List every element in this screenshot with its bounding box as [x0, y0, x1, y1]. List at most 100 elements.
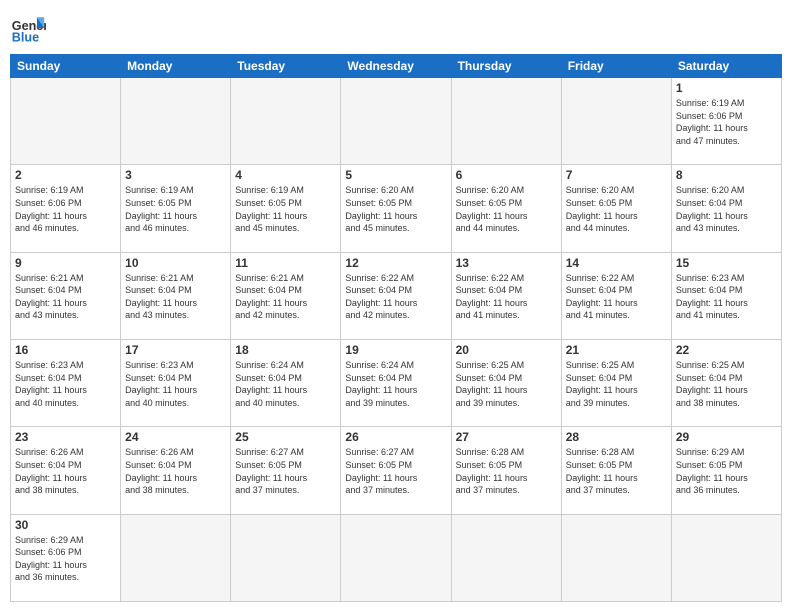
day-number: 24 [125, 430, 226, 444]
day-info: Sunrise: 6:19 AM Sunset: 6:05 PM Dayligh… [235, 184, 336, 234]
calendar-row-2: 2 Sunrise: 6:19 AM Sunset: 6:06 PM Daylig… [11, 165, 782, 252]
day-number: 4 [235, 168, 336, 182]
calendar-cell-15: 10Sunrise: 6:21 AM Sunset: 6:04 PM Dayli… [121, 252, 231, 339]
weekday-header-tuesday: Tuesday [231, 55, 341, 78]
page: General Blue SundayMondayTuesdayWednesda… [0, 0, 792, 612]
calendar-cell-26: 21 Sunrise: 6:25 AM Sunset: 6:04 PM Dayli… [561, 339, 671, 426]
day-number: 10 [125, 256, 226, 270]
calendar-row-5: 23 Sunrise: 6:26 AM Sunset: 6:04 PM Dayli… [11, 427, 782, 514]
day-number: 30 [15, 518, 116, 532]
calendar-cell-34: 29Sunrise: 6:29 AM Sunset: 6:05 PM Dayli… [671, 427, 781, 514]
logo-icon: General Blue [10, 10, 46, 46]
calendar-cell-25: 20 Sunrise: 6:25 AM Sunset: 6:04 PM Dayli… [451, 339, 561, 426]
day-info: Sunrise: 6:25 AM Sunset: 6:04 PM Dayligh… [456, 359, 557, 409]
calendar-cell-31: 26Sunrise: 6:27 AM Sunset: 6:05 PM Dayli… [341, 427, 451, 514]
calendar-cell-33: 28 Sunrise: 6:28 AM Sunset: 6:05 PM Dayli… [561, 427, 671, 514]
calendar-cell-19: 14Sunrise: 6:22 AM Sunset: 6:04 PM Dayli… [561, 252, 671, 339]
weekday-header-saturday: Saturday [671, 55, 781, 78]
svg-text:Blue: Blue [12, 31, 39, 45]
day-info: Sunrise: 6:23 AM Sunset: 6:04 PM Dayligh… [125, 359, 226, 409]
calendar-cell-7: 2 Sunrise: 6:19 AM Sunset: 6:06 PM Daylig… [11, 165, 121, 252]
calendar-cell-22: 17 Sunrise: 6:23 AM Sunset: 6:04 PM Dayli… [121, 339, 231, 426]
calendar-cell-36 [121, 514, 231, 601]
calendar-cell-29: 24 Sunrise: 6:26 AM Sunset: 6:04 PM Dayli… [121, 427, 231, 514]
calendar-table: SundayMondayTuesdayWednesdayThursdayFrid… [10, 54, 782, 602]
day-number: 12 [345, 256, 446, 270]
day-info: Sunrise: 6:22 AM Sunset: 6:04 PM Dayligh… [566, 272, 667, 322]
day-number: 28 [566, 430, 667, 444]
calendar-cell-41 [671, 514, 781, 601]
calendar-row-6: 30Sunrise: 6:29 AM Sunset: 6:06 PM Dayli… [11, 514, 782, 601]
weekday-header-friday: Friday [561, 55, 671, 78]
day-number: 26 [345, 430, 446, 444]
day-number: 27 [456, 430, 557, 444]
day-number: 1 [676, 81, 777, 95]
calendar-cell-2 [231, 78, 341, 165]
calendar-cell-16: 11Sunrise: 6:21 AM Sunset: 6:04 PM Dayli… [231, 252, 341, 339]
day-info: Sunrise: 6:21 AM Sunset: 6:04 PM Dayligh… [235, 272, 336, 322]
day-info: Sunrise: 6:22 AM Sunset: 6:04 PM Dayligh… [456, 272, 557, 322]
calendar-cell-37 [231, 514, 341, 601]
calendar-cell-24: 19Sunrise: 6:24 AM Sunset: 6:04 PM Dayli… [341, 339, 451, 426]
calendar-cell-11: 6Sunrise: 6:20 AM Sunset: 6:05 PM Daylig… [451, 165, 561, 252]
day-number: 13 [456, 256, 557, 270]
calendar-cell-21: 16 Sunrise: 6:23 AM Sunset: 6:04 PM Dayli… [11, 339, 121, 426]
calendar-cell-9: 4 Sunrise: 6:19 AM Sunset: 6:05 PM Daylig… [231, 165, 341, 252]
day-info: Sunrise: 6:29 AM Sunset: 6:05 PM Dayligh… [676, 446, 777, 496]
day-number: 21 [566, 343, 667, 357]
day-number: 19 [345, 343, 446, 357]
calendar-cell-40 [561, 514, 671, 601]
weekday-header-thursday: Thursday [451, 55, 561, 78]
logo: General Blue [10, 10, 46, 46]
day-info: Sunrise: 6:26 AM Sunset: 6:04 PM Dayligh… [15, 446, 116, 496]
weekday-header-wednesday: Wednesday [341, 55, 451, 78]
calendar-cell-17: 12 Sunrise: 6:22 AM Sunset: 6:04 PM Dayli… [341, 252, 451, 339]
day-number: 2 [15, 168, 116, 182]
calendar-cell-32: 27 Sunrise: 6:28 AM Sunset: 6:05 PM Dayli… [451, 427, 561, 514]
calendar-cell-30: 25 Sunrise: 6:27 AM Sunset: 6:05 PM Dayli… [231, 427, 341, 514]
day-number: 9 [15, 256, 116, 270]
day-info: Sunrise: 6:27 AM Sunset: 6:05 PM Dayligh… [235, 446, 336, 496]
day-info: Sunrise: 6:19 AM Sunset: 6:06 PM Dayligh… [676, 97, 777, 147]
day-info: Sunrise: 6:26 AM Sunset: 6:04 PM Dayligh… [125, 446, 226, 496]
day-number: 22 [676, 343, 777, 357]
day-info: Sunrise: 6:25 AM Sunset: 6:04 PM Dayligh… [566, 359, 667, 409]
calendar-row-4: 16 Sunrise: 6:23 AM Sunset: 6:04 PM Dayli… [11, 339, 782, 426]
calendar-cell-18: 13 Sunrise: 6:22 AM Sunset: 6:04 PM Dayli… [451, 252, 561, 339]
calendar-cell-12: 7Sunrise: 6:20 AM Sunset: 6:05 PM Daylig… [561, 165, 671, 252]
calendar-cell-1 [121, 78, 231, 165]
calendar-cell-4 [451, 78, 561, 165]
day-number: 5 [345, 168, 446, 182]
day-number: 16 [15, 343, 116, 357]
calendar-cell-20: 15Sunrise: 6:23 AM Sunset: 6:04 PM Dayli… [671, 252, 781, 339]
day-number: 18 [235, 343, 336, 357]
day-info: Sunrise: 6:22 AM Sunset: 6:04 PM Dayligh… [345, 272, 446, 322]
day-info: Sunrise: 6:19 AM Sunset: 6:06 PM Dayligh… [15, 184, 116, 234]
calendar-cell-27: 22 Sunrise: 6:25 AM Sunset: 6:04 PM Dayli… [671, 339, 781, 426]
day-info: Sunrise: 6:19 AM Sunset: 6:05 PM Dayligh… [125, 184, 226, 234]
calendar-cell-35: 30Sunrise: 6:29 AM Sunset: 6:06 PM Dayli… [11, 514, 121, 601]
day-number: 15 [676, 256, 777, 270]
calendar-cell-38 [341, 514, 451, 601]
day-info: Sunrise: 6:23 AM Sunset: 6:04 PM Dayligh… [15, 359, 116, 409]
day-info: Sunrise: 6:20 AM Sunset: 6:05 PM Dayligh… [345, 184, 446, 234]
calendar-cell-28: 23 Sunrise: 6:26 AM Sunset: 6:04 PM Dayli… [11, 427, 121, 514]
day-info: Sunrise: 6:28 AM Sunset: 6:05 PM Dayligh… [566, 446, 667, 496]
day-info: Sunrise: 6:20 AM Sunset: 6:05 PM Dayligh… [456, 184, 557, 234]
day-info: Sunrise: 6:25 AM Sunset: 6:04 PM Dayligh… [676, 359, 777, 409]
day-number: 7 [566, 168, 667, 182]
calendar-row-1: 1 Sunrise: 6:19 AM Sunset: 6:06 PM Daylig… [11, 78, 782, 165]
day-number: 23 [15, 430, 116, 444]
day-number: 25 [235, 430, 336, 444]
calendar-cell-5 [561, 78, 671, 165]
day-number: 17 [125, 343, 226, 357]
day-number: 20 [456, 343, 557, 357]
day-number: 8 [676, 168, 777, 182]
calendar-cell-39 [451, 514, 561, 601]
calendar-cell-3 [341, 78, 451, 165]
calendar-cell-0 [11, 78, 121, 165]
day-info: Sunrise: 6:28 AM Sunset: 6:05 PM Dayligh… [456, 446, 557, 496]
weekday-header-monday: Monday [121, 55, 231, 78]
calendar-cell-8: 3Sunrise: 6:19 AM Sunset: 6:05 PM Daylig… [121, 165, 231, 252]
weekday-header-row: SundayMondayTuesdayWednesdayThursdayFrid… [11, 55, 782, 78]
